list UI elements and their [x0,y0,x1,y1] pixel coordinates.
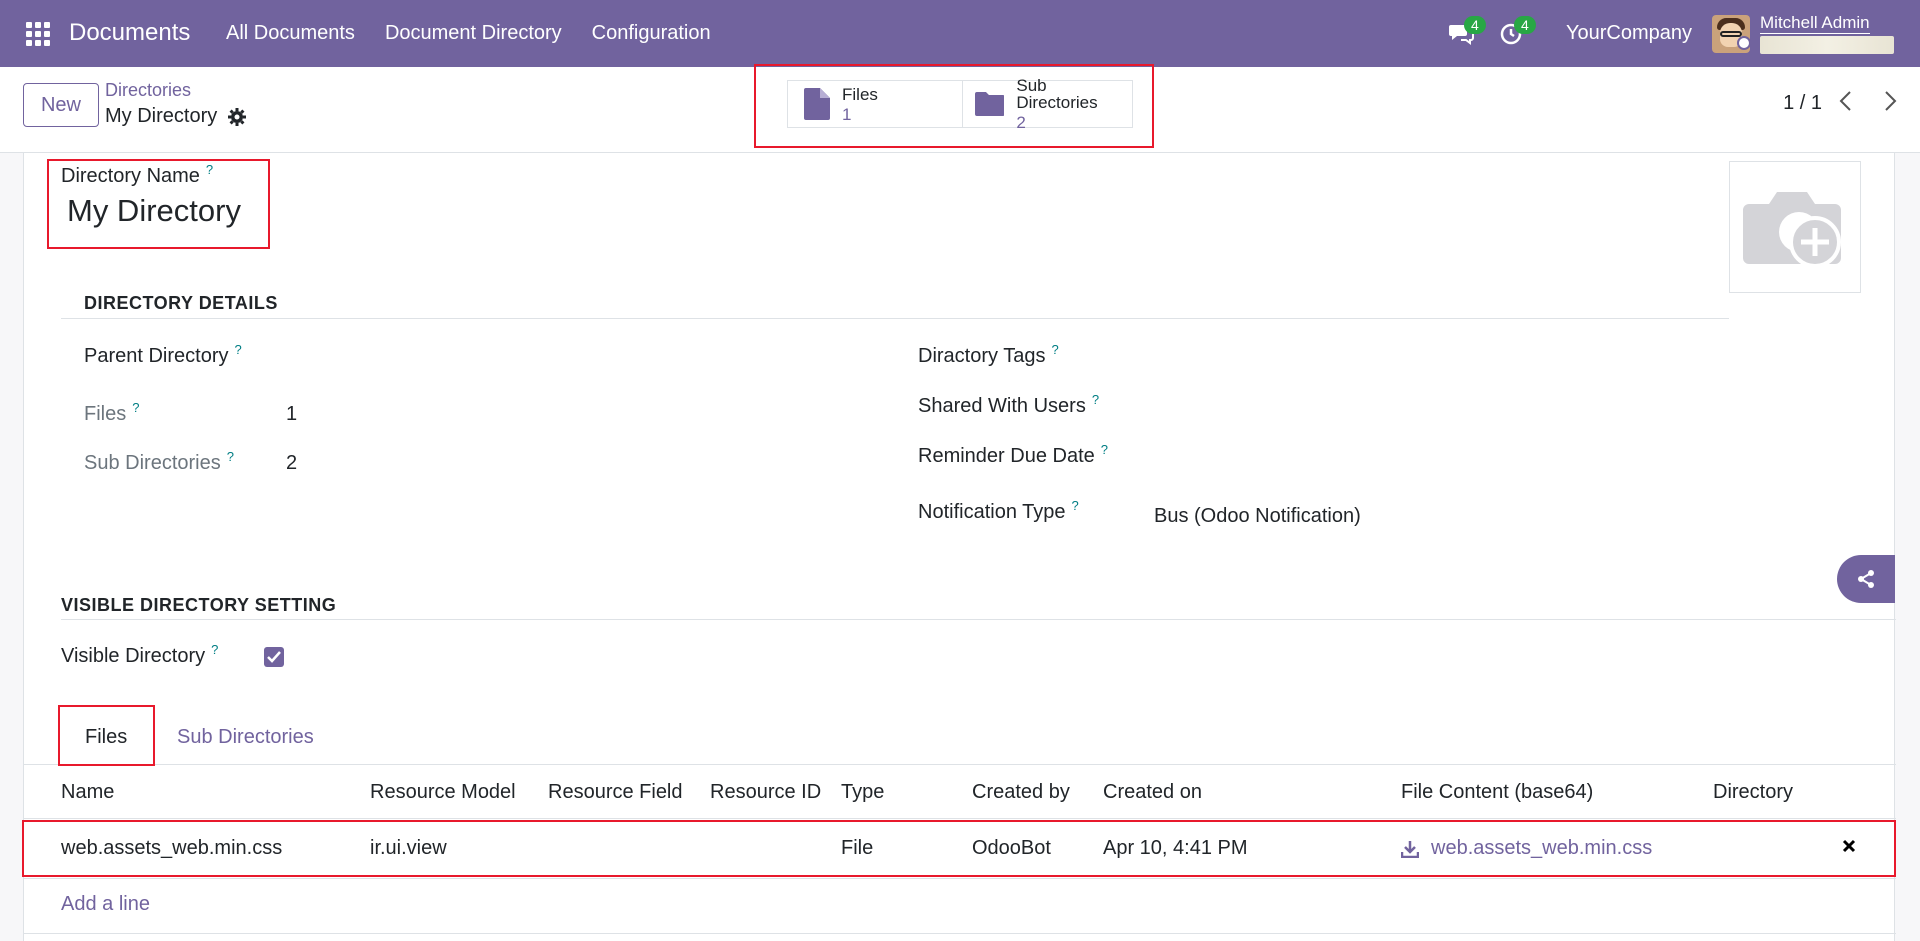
folder-icon [974,92,1005,116]
form-sheet: Directory Name? My Directory DIRECTORY D… [23,153,1896,941]
menu-all-documents[interactable]: All Documents [226,22,355,45]
tab-sub-directories[interactable]: Sub Directories [177,726,314,749]
directory-name-input[interactable]: My Directory [67,193,241,229]
systray: 4 4 YourCompany Mitchell Admin [1436,0,1920,67]
new-button[interactable]: New [23,83,99,127]
section-divider [61,318,1729,319]
close-icon [1842,839,1856,853]
record-title-text: My Directory [105,105,218,127]
directory-details-title: DIRECTORY DETAILS [84,293,278,313]
col-created-on[interactable]: Created on [1103,781,1202,804]
add-line-link[interactable]: Add a line [61,893,150,916]
breadcrumb-directories[interactable]: Directories [105,80,191,101]
table-header-divider [24,818,1896,819]
cell-resource-model[interactable]: ir.ui.view [370,837,447,860]
col-resource-id[interactable]: Resource ID [710,781,821,804]
activities-badge: 4 [1513,16,1536,34]
col-name[interactable]: Name [61,781,114,804]
cell-name[interactable]: web.assets_web.min.css [61,837,282,860]
download-icon[interactable] [1401,840,1419,858]
chevron-left-icon[interactable] [1838,89,1854,120]
notification-type-label: Notification Type? [918,498,1079,523]
smart-buttons: Files 1 Sub Directories 2 [787,77,1133,131]
notification-type-select[interactable]: Bus (Odoo Notification) [1154,505,1361,528]
gear-icon[interactable] [227,107,247,127]
main-menu: All Documents Document Directory Configu… [226,22,711,45]
col-file-content[interactable]: File Content (base64) [1401,781,1593,804]
pager-value[interactable]: 1 / 1 [1783,92,1822,115]
visible-directory-label: Visible Directory? [61,642,219,667]
section-divider [61,619,1896,620]
cell-file-content[interactable]: web.assets_web.min.css [1401,837,1652,860]
reminder-due-date-label: Reminder Due Date? [918,442,1108,467]
record-title: My Directory [105,105,247,128]
tab-files[interactable]: Files [85,726,127,749]
user-name: Mitchell Admin [1760,13,1870,34]
company-switcher[interactable]: YourCompany [1566,22,1692,45]
messages-button[interactable]: 4 [1436,0,1486,67]
menu-document-directory[interactable]: Document Directory [385,22,562,45]
subdirs-smart-label: Sub Directories [1016,76,1098,112]
image-upload[interactable] [1729,161,1861,293]
subdirs-smart-value: 2 [1016,113,1026,132]
cell-type[interactable]: File [841,837,873,860]
col-resource-field[interactable]: Resource Field [548,781,683,804]
chevron-right-icon[interactable] [1882,89,1898,120]
control-panel: New Directories My Directory Files 1 Sub… [0,67,1920,153]
visible-directory-checkbox[interactable] [264,647,284,667]
delete-row-button[interactable] [1841,837,1857,860]
subdirs-value: 2 [286,452,298,474]
messages-badge: 4 [1463,16,1486,34]
subdirs-label: Sub Directories? [84,449,234,474]
share-button[interactable] [1837,555,1895,603]
files-value: 1 [286,403,298,425]
col-type[interactable]: Type [841,781,884,804]
top-navbar: Documents All Documents Document Directo… [0,0,1920,67]
tabs-divider [24,764,1896,765]
apps-grid-icon[interactable] [26,22,50,46]
shared-with-users-label: Shared With Users? [918,392,1100,417]
row-divider [24,878,1896,879]
subdirs-smart-button[interactable]: Sub Directories 2 [963,77,1133,131]
col-created-by[interactable]: Created by [972,781,1070,804]
visible-directory-setting-title: VISIBLE DIRECTORY SETTING [61,595,337,615]
col-directory[interactable]: Directory [1713,781,1793,804]
user-database-blurred [1760,36,1894,54]
directory-tags-label: Diractory Tags? [918,342,1059,367]
app-title[interactable]: Documents [69,19,190,47]
files-smart-button[interactable]: Files 1 [788,81,963,127]
user-menu[interactable]: Mitchell Admin [1760,13,1900,54]
cell-created-on[interactable]: Apr 10, 4:41 PM [1103,837,1248,860]
file-content-link[interactable]: web.assets_web.min.css [1431,837,1652,860]
user-status-indicator [1737,36,1751,50]
files-label: Files? [84,400,140,425]
menu-configuration[interactable]: Configuration [592,22,711,45]
file-icon [804,88,830,120]
files-smart-value: 1 [842,104,852,124]
parent-directory-label: Parent Directory? [84,342,242,367]
activities-button[interactable]: 4 [1486,0,1536,67]
table-footer-divider [24,933,1896,934]
check-icon [267,651,281,663]
files-smart-label: Files [842,84,878,104]
camera-add-icon [1743,192,1841,268]
share-icon [1858,570,1874,588]
directory-name-label: Directory Name? [61,162,214,187]
cell-created-by[interactable]: OdooBot [972,837,1051,860]
col-resource-model[interactable]: Resource Model [370,781,516,804]
